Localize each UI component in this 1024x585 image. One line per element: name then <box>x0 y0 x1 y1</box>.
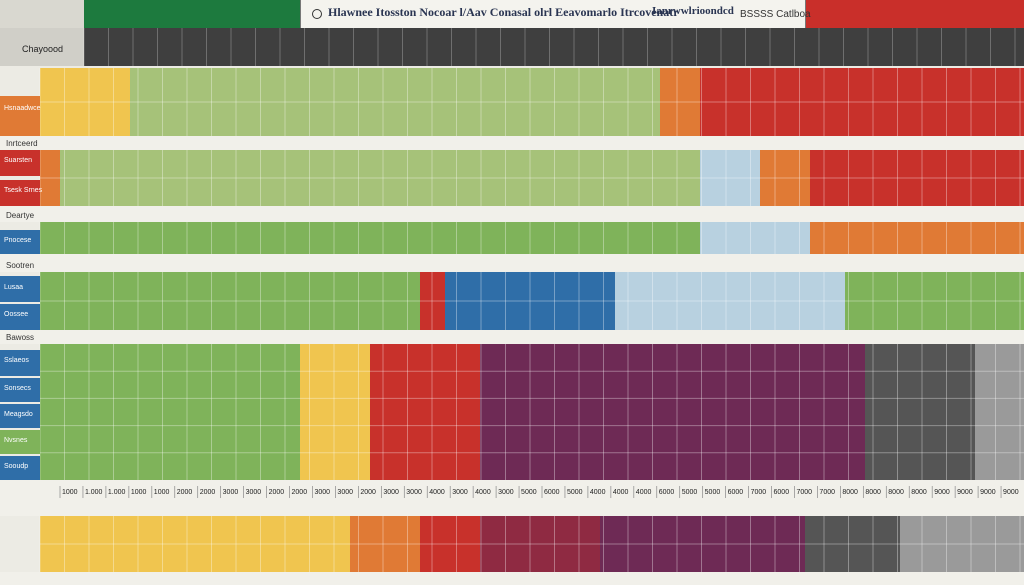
column-tick-label: 9000 <box>980 489 996 496</box>
column-tick-label: 9000 <box>1003 489 1019 496</box>
column-tick-label: 6000 <box>774 489 790 496</box>
row-label: Meagsdo <box>4 411 33 418</box>
row-label: Hsnaadwce <box>4 105 41 112</box>
column-tick-label: 5000 <box>682 489 698 496</box>
row-label: Oossee <box>4 311 28 318</box>
column-tick-label: 4000 <box>590 489 606 496</box>
column-tick-label: 3000 <box>246 489 262 496</box>
row-label: Nvsnes <box>4 437 28 444</box>
row-label: Sslaeos <box>4 357 29 364</box>
row-label-tab <box>0 96 40 136</box>
column-tick-label: 9000 <box>957 489 973 496</box>
column-tick-label: 3000 <box>406 489 422 496</box>
column-tick-label: 2000 <box>177 489 193 496</box>
column-tick-label: 2000 <box>360 489 376 496</box>
row-label: Sonsecs <box>4 385 31 392</box>
column-tick-label: 5000 <box>567 489 583 496</box>
column-tick-label: 6000 <box>544 489 560 496</box>
column-tick-label: 3000 <box>314 489 330 496</box>
heatmap-band-r2-s2 <box>810 222 1024 254</box>
band-label: Inrtceerd <box>6 139 38 148</box>
column-tick-label: 4000 <box>429 489 445 496</box>
column-tick-label: 2000 <box>200 489 216 496</box>
column-tick-label: 5000 <box>705 489 721 496</box>
column-tick-label: 8000 <box>911 489 927 496</box>
column-tick-label: 3000 <box>223 489 239 496</box>
heatmap-band-r2-s0 <box>40 222 700 254</box>
heatmap-band-r4-s2 <box>370 344 480 480</box>
column-tick-label: 3000 <box>452 489 468 496</box>
column-tick-label: 1.000 <box>108 489 126 496</box>
column-tick-label: 2000 <box>269 489 285 496</box>
column-tick-label: 5000 <box>521 489 537 496</box>
row-label: Lusaa <box>4 284 23 291</box>
column-tick-label: 7000 <box>796 489 812 496</box>
column-tick-label: 3000 <box>498 489 514 496</box>
column-tick-label: 4000 <box>613 489 629 496</box>
row-label: Sooudp <box>4 463 28 470</box>
column-tick-label: 6000 <box>659 489 675 496</box>
heatmap-band-r2-s1 <box>700 222 810 254</box>
column-tick-label: 1000 <box>131 489 147 496</box>
column-tick-label: 8000 <box>888 489 904 496</box>
band-label: Bawoss <box>6 333 34 342</box>
row-label: Pnocese <box>4 237 31 244</box>
chart-stage: Hlawnee Itosston Nocoar l/Aav Conasal ol… <box>0 0 1024 585</box>
band-separator <box>0 136 1024 150</box>
column-tick-label: 7000 <box>819 489 835 496</box>
band-label: Sootren <box>6 261 34 270</box>
band-label: Deartye <box>6 211 35 220</box>
column-tick-label: 4000 <box>475 489 491 496</box>
column-tick-label: 1000 <box>62 489 78 496</box>
band-separator <box>0 480 1024 516</box>
band-separator <box>0 572 1024 585</box>
column-tick-label: 9000 <box>934 489 950 496</box>
heatmap-band-r4-s4 <box>865 344 975 480</box>
band-separator <box>0 206 1024 222</box>
band-separator <box>0 330 1024 344</box>
column-tick-label: 3000 <box>337 489 353 496</box>
band-separator <box>0 254 1024 272</box>
column-tick-label: 2000 <box>292 489 308 496</box>
column-tick-label: 1000 <box>154 489 170 496</box>
column-tick-label: 7000 <box>751 489 767 496</box>
column-tick-label: 1.000 <box>85 489 103 496</box>
column-tick-label: 6000 <box>728 489 744 496</box>
heatmap-band-r4-s3 <box>480 344 865 480</box>
row-label: Tsesk Srnes <box>4 187 43 194</box>
column-tick-label: 8000 <box>842 489 858 496</box>
heatmap-band-r4-s5 <box>975 344 1024 480</box>
column-tick-label: 3000 <box>383 489 399 496</box>
row-label: Suarsten <box>4 157 32 164</box>
heatmap-band-r4-s1 <box>300 344 370 480</box>
column-tick-label: 4000 <box>636 489 652 496</box>
heatmap-chart: Hsnaadwce Suarsten Tsesk Srnes Pnocese Lusaa… <box>0 28 1024 585</box>
column-tick-label: 8000 <box>865 489 881 496</box>
